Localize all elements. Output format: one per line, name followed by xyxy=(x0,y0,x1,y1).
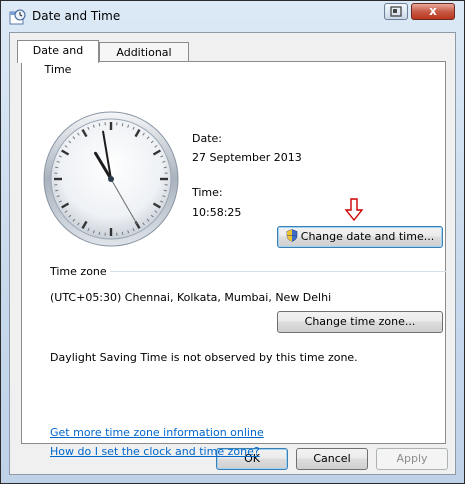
down-arrow-annotation-icon xyxy=(344,198,364,222)
how-to-set-clock-link[interactable]: How do I set the clock and time zone? xyxy=(50,445,260,458)
date-time-app-icon xyxy=(9,9,26,25)
time-zone-divider xyxy=(110,271,446,272)
clock-minute-tick xyxy=(55,166,59,169)
clock-minute-tick xyxy=(121,231,124,235)
change-date-time-label: Change date and time... xyxy=(300,230,435,243)
change-time-zone-label: Change time zone... xyxy=(304,315,416,328)
window-title: Date and Time xyxy=(32,9,121,23)
apply-button[interactable]: Apply xyxy=(376,448,448,470)
dst-note: Daylight Saving Time is not observed by … xyxy=(50,351,358,364)
clock-minute-tick xyxy=(163,166,167,169)
tab-additional-clocks[interactable]: Additional Clocks xyxy=(99,42,189,78)
date-label: Date: xyxy=(192,132,222,145)
tab-date-and-time[interactable]: Date and Time xyxy=(17,40,99,76)
time-zone-info-link[interactable]: Get more time zone information online xyxy=(50,426,264,439)
date-time-window: Date and Time x Date and Time Additional… xyxy=(0,0,465,484)
time-label: Time: xyxy=(192,186,223,199)
clock-minute-tick xyxy=(55,189,59,192)
title-bar[interactable]: Date and Time x xyxy=(1,1,464,32)
change-date-time-button[interactable]: Change date and time... xyxy=(277,226,443,248)
cancel-label: Cancel xyxy=(313,452,351,465)
help-button[interactable] xyxy=(384,3,408,20)
close-button[interactable]: x xyxy=(411,3,455,20)
time-zone-value: (UTC+05:30) Chennai, Kolkata, Mumbai, Ne… xyxy=(50,291,332,304)
time-zone-section-label: Time zone xyxy=(50,265,107,278)
help-icon xyxy=(390,6,402,17)
clock-minute-tick xyxy=(121,123,124,127)
tab-panel-date-and-time: Date: 27 September 2013 Time: 10:58:25 C… xyxy=(21,61,446,458)
clock-minute-tick xyxy=(98,123,101,127)
dialog-client-area: Date and Time Additional Clocks xyxy=(9,32,456,475)
uac-shield-icon xyxy=(286,229,298,242)
analog-clock xyxy=(43,111,179,247)
clock-minute-tick xyxy=(163,189,167,192)
clock-minute-tick xyxy=(98,231,101,235)
apply-label: Apply xyxy=(396,452,428,465)
time-value: 10:58:25 xyxy=(192,206,242,219)
cancel-button[interactable]: Cancel xyxy=(296,448,368,470)
change-time-zone-button[interactable]: Change time zone... xyxy=(277,311,443,333)
date-value: 27 September 2013 xyxy=(192,151,302,164)
close-icon: x xyxy=(429,4,437,18)
